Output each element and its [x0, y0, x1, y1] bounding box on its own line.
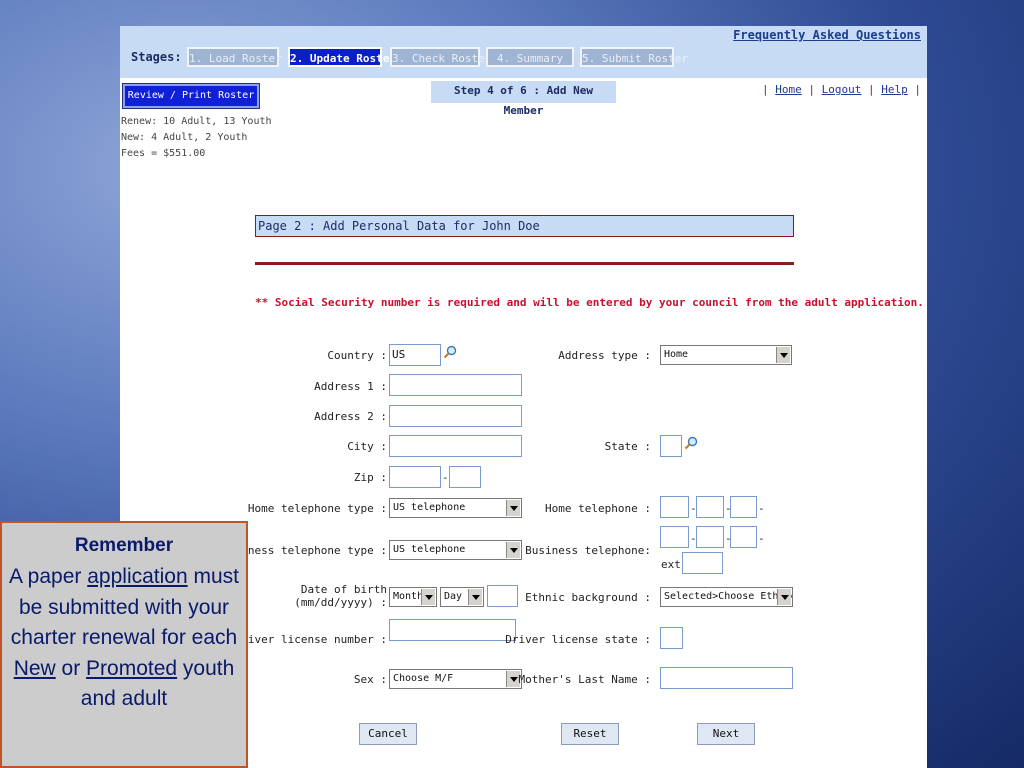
mothers-last-name-label: Mother's Last Name :	[518, 673, 651, 686]
stage-load-roster[interactable]: 1. Load Roster	[187, 47, 282, 67]
link-separator: |	[868, 83, 875, 96]
driver-license-label: Driver license number :	[234, 633, 387, 646]
home-phone-dash: -	[758, 502, 765, 515]
remember-body: A paper application must be submitted wi…	[2, 562, 246, 715]
logout-link[interactable]: Logout	[822, 83, 862, 96]
roster-summary: Renew: 10 Adult, 13 Youth New: 4 Adult, …	[121, 114, 272, 162]
zip-ext-input[interactable]	[449, 466, 481, 488]
remember-title: Remember	[74, 535, 174, 556]
application-link[interactable]: application	[87, 565, 187, 588]
business-phone-area-input[interactable]	[660, 526, 689, 548]
chevron-down-icon	[421, 589, 435, 605]
home-phone-line-input[interactable]	[730, 496, 757, 518]
step-indicator: Step 4 of 6 : Add New Member	[431, 81, 616, 117]
home-link[interactable]: Home	[775, 83, 802, 96]
address1-input[interactable]	[389, 374, 522, 396]
home-phone-type-value: US telephone	[393, 502, 466, 513]
link-separator: |	[808, 83, 815, 96]
home-phone-prefix-input[interactable]	[696, 496, 724, 518]
new-link[interactable]: New	[14, 657, 56, 680]
stages-bar: Frequently Asked Questions Stages: 1. Lo…	[120, 26, 927, 78]
page-title: Page 2 : Add Personal Data for John Doe	[255, 215, 794, 237]
stage-submit-roster[interactable]: 5. Submit Roster	[580, 47, 688, 67]
chevron-down-icon	[776, 347, 790, 363]
home-phone-area-input[interactable]	[660, 496, 689, 518]
ssn-notice: ** Social Security number is required an…	[255, 296, 924, 309]
divider	[255, 262, 794, 265]
business-phone-prefix-input[interactable]	[696, 526, 724, 548]
chevron-down-icon	[506, 542, 520, 558]
sex-select[interactable]: Choose M/F	[389, 669, 522, 689]
country-label: Country :	[327, 349, 387, 362]
renew-count: Renew: 10 Adult, 13 Youth	[121, 116, 272, 127]
ethnic-select[interactable]: Selected>Choose Ethnic	[660, 587, 793, 607]
reset-button[interactable]: Reset	[561, 723, 619, 745]
country-input[interactable]: US	[389, 344, 441, 366]
driver-license-state-label: Driver license state :	[505, 633, 651, 646]
remember-callout: Remember A paper application must be sub…	[0, 521, 248, 768]
home-phone-label: Home telephone :	[545, 502, 651, 515]
sex-value: Choose M/F	[393, 673, 454, 684]
link-separator: |	[914, 83, 921, 96]
stage-update-roster[interactable]: 2. Update Roster	[288, 47, 396, 67]
city-label: City :	[347, 440, 387, 453]
fees-total: Fees = $551.00	[121, 148, 206, 159]
ethnic-label: Ethnic background :	[525, 591, 651, 604]
business-phone-ext-input[interactable]	[682, 552, 723, 574]
dob-label: Date of birth (mm/dd/yyyy) :	[294, 583, 387, 609]
promoted-link[interactable]: Promoted	[86, 657, 177, 680]
chevron-down-icon	[506, 500, 520, 516]
address2-input[interactable]	[389, 405, 522, 427]
dob-month-select[interactable]: Month	[389, 587, 437, 607]
dob-year-input[interactable]	[487, 585, 518, 607]
driver-license-input[interactable]	[389, 619, 516, 641]
sex-label: Sex :	[353, 673, 387, 686]
zip-label: Zip :	[353, 471, 387, 484]
business-phone-type-value: US telephone	[393, 544, 466, 555]
country-lookup-icon[interactable]	[443, 345, 457, 359]
remember-text: A paper	[9, 565, 88, 588]
help-link[interactable]: Help	[881, 83, 908, 96]
business-phone-dash: -	[758, 532, 765, 545]
review-print-roster-button[interactable]: Review / Print Roster	[122, 83, 260, 109]
dob-month-value: Month	[393, 591, 424, 602]
remember-text: or	[55, 656, 87, 680]
driver-license-state-input[interactable]	[660, 627, 683, 649]
stage-summary[interactable]: 4. Summary	[486, 47, 574, 67]
stage-check-roster[interactable]: 3. Check Roster	[390, 47, 491, 67]
zip-input[interactable]	[389, 466, 441, 488]
chevron-down-icon	[468, 589, 482, 605]
mothers-last-name-input[interactable]	[660, 667, 793, 689]
state-lookup-icon[interactable]	[684, 436, 698, 450]
address-type-select[interactable]: Home	[660, 345, 792, 365]
state-input[interactable]	[660, 435, 682, 457]
home-phone-type-label: Home telephone type :	[247, 502, 387, 515]
chevron-down-icon	[777, 589, 791, 605]
address2-label: Address 2 :	[314, 410, 387, 423]
state-label: State :	[604, 440, 651, 453]
business-phone-type-select[interactable]: US telephone	[389, 540, 522, 560]
dob-day-select[interactable]: Day	[440, 587, 484, 607]
dob-label-line2: (mm/dd/yyyy) :	[294, 596, 387, 609]
faq-link[interactable]: Frequently Asked Questions	[733, 28, 921, 42]
stages-label: Stages:	[131, 50, 182, 64]
business-phone-label: Business telephone:	[525, 544, 651, 557]
city-input[interactable]	[389, 435, 522, 457]
business-phone-line-input[interactable]	[730, 526, 757, 548]
cancel-button[interactable]: Cancel	[359, 723, 417, 745]
zip-dash: -	[442, 471, 449, 484]
dob-label-line1: Date of birth	[300, 583, 387, 596]
link-separator: |	[762, 83, 769, 96]
home-phone-type-select[interactable]: US telephone	[389, 498, 522, 518]
ethnic-value: Selected>Choose Ethnic	[664, 591, 793, 602]
top-links: | Home | Logout | Help |	[762, 83, 921, 96]
address1-label: Address 1 :	[314, 380, 387, 393]
address-type-value: Home	[664, 349, 689, 360]
address-type-label: Address type :	[558, 349, 651, 362]
next-button[interactable]: Next	[697, 723, 755, 745]
new-count: New: 4 Adult, 2 Youth	[121, 132, 248, 143]
dob-day-value: Day	[444, 591, 463, 602]
